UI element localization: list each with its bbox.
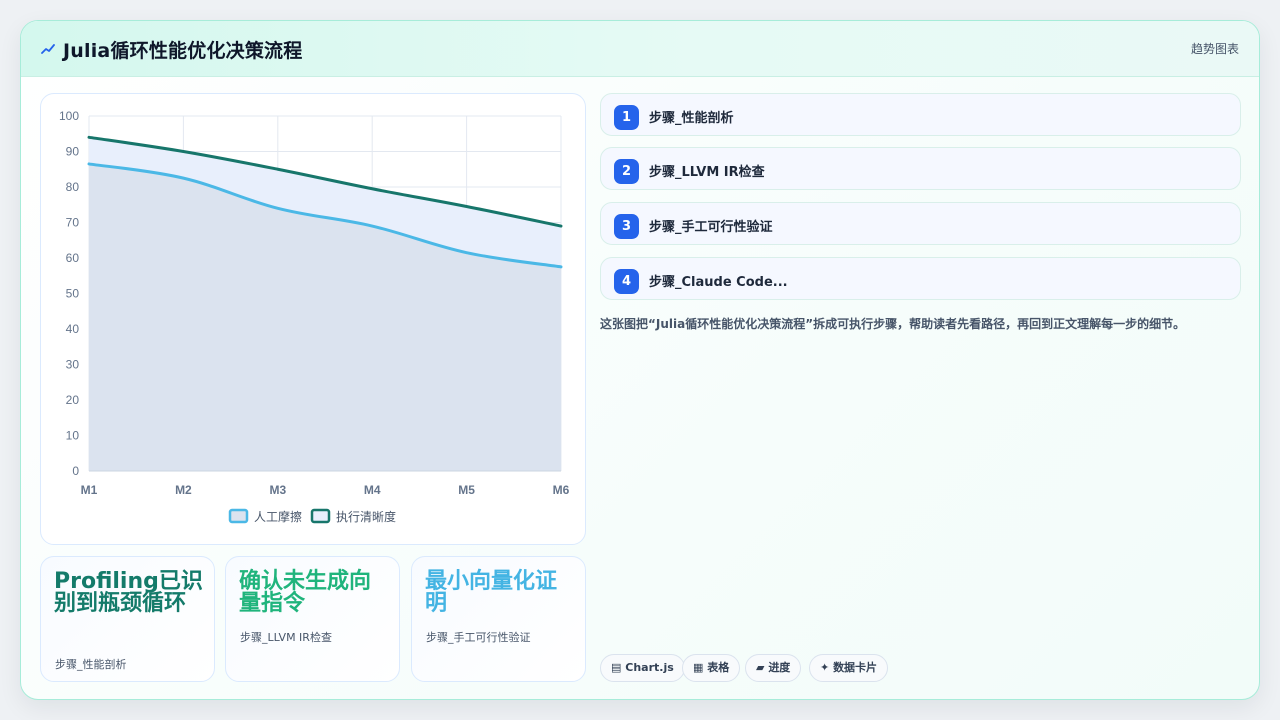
step-item-claude-code[interactable]: 4 步骤_Claude Code... <box>600 257 1241 300</box>
x-tick-label: M6 <box>553 483 570 497</box>
legend-label: 人工摩擦 <box>254 509 302 524</box>
tag-label: Chart.js <box>625 661 674 674</box>
y-tick-label: 90 <box>66 145 80 159</box>
table-icon: ▦ <box>693 661 704 674</box>
kpi-card-llvm-ir: 确认未生成向量指令 步骤_LLVM IR检查 <box>225 556 400 682</box>
tag-data-card[interactable]: ✦ 数据卡片 <box>809 654 889 682</box>
y-tick-label: 70 <box>66 216 80 230</box>
tag-label: 表格 <box>707 661 730 674</box>
y-tick-label: 0 <box>72 464 79 478</box>
main-card: Julia循环性能优化决策流程 趋势图表 0 10 20 30 40 50 60 70 80 90… <box>20 20 1260 700</box>
chart-description: 这张图把“Julia循环性能优化决策流程”拆成可执行步骤，帮助读者先看路径，再回… <box>600 317 1186 331</box>
step-item-profiling[interactable]: 1 步骤_性能剖析 <box>600 93 1241 136</box>
y-tick-label: 80 <box>66 180 80 194</box>
y-tick-label: 30 <box>66 358 80 372</box>
x-tick-label: M1 <box>81 483 98 497</box>
y-tick-label: 100 <box>59 109 79 123</box>
sparkle-icon: ✦ <box>820 661 830 674</box>
y-tick-label: 40 <box>66 322 80 336</box>
step-label: 步骤_Claude Code... <box>649 275 788 290</box>
y-tick-label: 20 <box>66 393 80 407</box>
y-tick-label: 60 <box>66 251 80 265</box>
progress-icon: ▰ <box>756 661 765 674</box>
step-number-badge: 4 <box>614 269 639 294</box>
step-number-badge: 3 <box>614 214 639 239</box>
step-label: 步骤_性能剖析 <box>649 111 734 126</box>
step-number-badge: 1 <box>614 105 639 130</box>
step-number-badge: 2 <box>614 159 639 184</box>
x-tick-label: M3 <box>269 483 286 497</box>
kpi-card-vectorization: 最小向量化证明 步骤_手工可行性验证 <box>411 556 586 682</box>
tag-label: 进度 <box>768 661 791 674</box>
step-item-manual-check[interactable]: 3 步骤_手工可行性验证 <box>600 202 1241 245</box>
step-label: 步骤_手工可行性验证 <box>649 220 773 235</box>
legend-label: 执行清晰度 <box>336 509 396 524</box>
trend-icon <box>41 44 55 54</box>
kpi-card-profiling: Profiling已识别到瓶颈循环 步骤_性能剖析 <box>40 556 215 682</box>
kpi-label: 步骤_性能剖析 <box>55 658 127 671</box>
card-header: Julia循环性能优化决策流程 趋势图表 <box>21 21 1259 77</box>
tag-progress[interactable]: ▰ 进度 <box>745 654 802 682</box>
trend-chart: 0 10 20 30 40 50 60 70 80 90 100 M1 M2 M3 M4 M5 M6 人工摩擦 执行… <box>59 109 570 524</box>
kpi-value: Profiling已识别到瓶颈循环 <box>54 569 203 616</box>
kpi-label: 步骤_LLVM IR检查 <box>240 631 332 644</box>
legend-swatch <box>310 508 331 524</box>
x-tick-label: M4 <box>364 483 381 497</box>
tag-chartjs[interactable]: ▤ Chart.js <box>600 654 685 682</box>
tag-label: 数据卡片 <box>833 661 878 674</box>
y-tick-label: 50 <box>66 287 80 301</box>
step-item-llvm-ir[interactable]: 2 步骤_LLVM IR检查 <box>600 147 1241 190</box>
chart-icon: ▤ <box>611 661 622 674</box>
x-tick-label: M5 <box>458 483 475 497</box>
x-tick-label: M2 <box>175 483 192 497</box>
y-tick-label: 10 <box>66 429 80 443</box>
kpi-label: 步骤_手工可行性验证 <box>426 631 531 644</box>
tag-table[interactable]: ▦ 表格 <box>682 654 741 682</box>
chart-type-badge: 趋势图表 <box>1190 42 1239 56</box>
step-label: 步骤_LLVM IR检查 <box>649 165 765 180</box>
kpi-value: 确认未生成向量指令 <box>239 569 372 616</box>
page-title: Julia循环性能优化决策流程 <box>63 40 303 62</box>
kpi-value: 最小向量化证明 <box>425 569 558 616</box>
chart-panel: 0 10 20 30 40 50 60 70 80 90 100 M1 M2 M3 M4 M5 M6 人工摩擦 执行… <box>40 93 586 545</box>
legend-swatch <box>228 508 249 524</box>
